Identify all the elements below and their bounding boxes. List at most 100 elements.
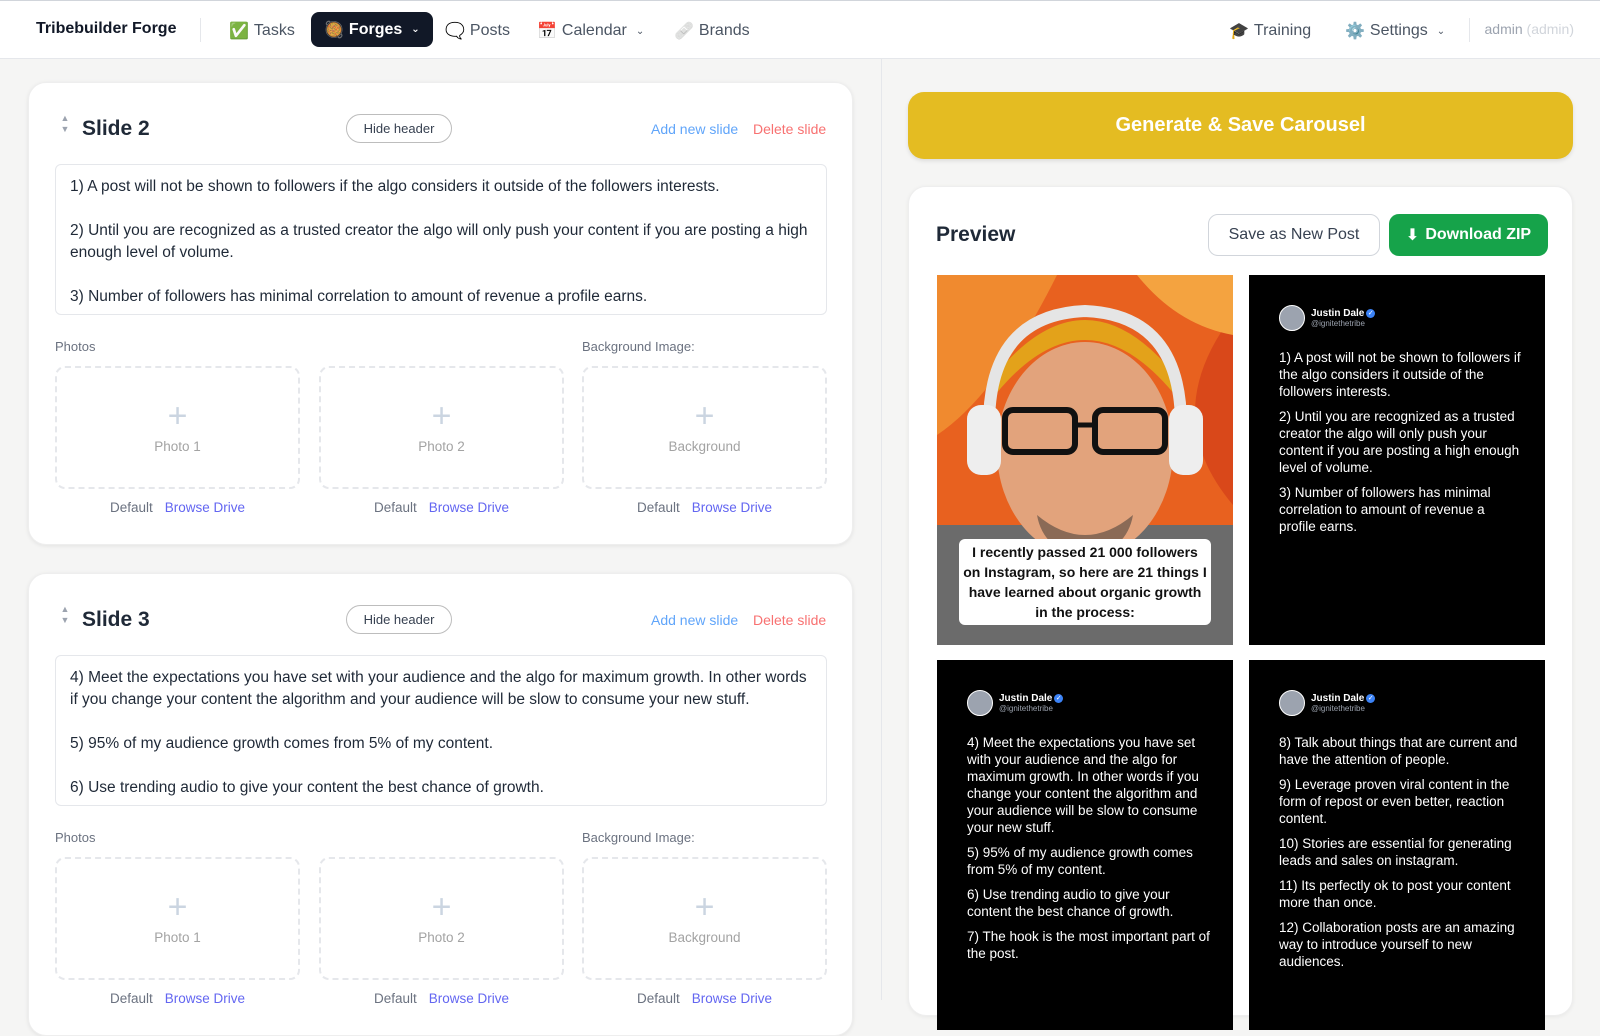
photo-1-links: Default Browse Drive: [55, 500, 300, 515]
slide-text-input[interactable]: 1) A post will not be shown to followers…: [55, 164, 827, 315]
verified-badge-icon: ✓: [1366, 308, 1376, 318]
plus-icon: +: [167, 397, 188, 435]
user-menu[interactable]: admin (admin): [1485, 21, 1575, 37]
nav-label: Posts: [469, 22, 510, 39]
generate-save-carousel-button[interactable]: Generate & Save Carousel: [908, 92, 1573, 159]
nav-label: Settings: [1369, 22, 1428, 39]
nav-label: Calendar: [561, 22, 627, 39]
author-handle: @ignitethetribe: [1311, 319, 1365, 328]
nav-item-posts[interactable]: 🗨️ Posts: [445, 17, 510, 45]
save-as-new-post-button[interactable]: Save as New Post: [1208, 214, 1380, 256]
photo-1-dropzone[interactable]: + Photo 1: [55, 857, 300, 980]
download-zip-button[interactable]: ⬇ Download ZIP: [1389, 214, 1548, 256]
slide-point: 9) Leverage proven viral content in the …: [1279, 777, 1510, 826]
author-handle: @ignitethetribe: [1311, 704, 1365, 713]
plus-icon: +: [431, 888, 452, 926]
arrow-down-icon[interactable]: ▼: [59, 615, 71, 626]
photo-2-dropzone[interactable]: + Photo 2: [319, 366, 564, 489]
nav-item-tasks[interactable]: ✅ Tasks: [229, 17, 295, 45]
brand-name[interactable]: Tribebuilder Forge: [36, 20, 176, 38]
author-name: Justin Dale ✓: [1311, 308, 1376, 319]
slide-point: 8) Talk about things that are current an…: [1279, 735, 1518, 767]
author-name: Justin Dale ✓: [1311, 693, 1376, 704]
arrow-up-icon[interactable]: ▲: [59, 113, 71, 124]
photo-1-dropzone[interactable]: + Photo 1: [55, 366, 300, 489]
browse-drive-link[interactable]: Browse Drive: [165, 500, 245, 515]
slide-title: Slide 2: [82, 117, 150, 140]
preview-slide-1[interactable]: I recently passed 21 000 followers on In…: [937, 275, 1233, 645]
verified-badge-icon: ✓: [1054, 693, 1064, 703]
photo-2-dropzone[interactable]: + Photo 2: [319, 857, 564, 980]
add-new-slide-link[interactable]: Add new slide: [651, 121, 738, 137]
slide-point: 12) Collaboration posts are an amazing w…: [1279, 920, 1515, 969]
default-link[interactable]: Default: [637, 991, 680, 1006]
username: admin: [1484, 21, 1523, 37]
plus-icon: +: [694, 888, 715, 926]
photo-2-links: Default Browse Drive: [319, 991, 564, 1006]
browse-drive-link[interactable]: Browse Drive: [429, 500, 509, 515]
browse-drive-link[interactable]: Browse Drive: [429, 991, 509, 1006]
reorder-arrows[interactable]: ▲ ▼: [59, 113, 71, 135]
bandage-icon: 🩹: [674, 23, 694, 40]
background-dropzone[interactable]: + Background: [582, 366, 827, 489]
chevron-down-icon: ⌄: [411, 24, 420, 35]
background-links: Default Browse Drive: [582, 500, 827, 515]
slide-body: 4) Meet the expectations you have set wi…: [967, 734, 1212, 970]
plus-icon: +: [694, 397, 715, 435]
dropzone-label: Background: [668, 439, 741, 454]
nav-item-brands[interactable]: 🩹 Brands: [674, 17, 750, 45]
dropzone-label: Photo 2: [418, 439, 465, 454]
nav-item-forges[interactable]: 🥘 Forges ⌄: [311, 12, 433, 47]
browse-drive-link[interactable]: Browse Drive: [692, 991, 772, 1006]
photos-label: Photos: [55, 830, 96, 845]
slide-point: 11) Its perfectly ok to post your conten…: [1279, 878, 1511, 910]
default-link[interactable]: Default: [374, 991, 417, 1006]
delete-slide-link[interactable]: Delete slide: [753, 121, 826, 137]
default-link[interactable]: Default: [110, 991, 153, 1006]
column-divider: [881, 59, 882, 1000]
arrow-up-icon[interactable]: ▲: [59, 604, 71, 615]
checkmark-icon: ✅: [229, 23, 249, 40]
top-nav: Tribebuilder Forge ✅ Tasks 🥘 Forges ⌄ 🗨️…: [0, 0, 1600, 59]
slide-point: 10) Stories are essential for generating…: [1279, 836, 1512, 868]
author-name-text: Justin Dale: [999, 693, 1053, 704]
background-dropzone[interactable]: + Background: [582, 857, 827, 980]
add-new-slide-link[interactable]: Add new slide: [651, 612, 738, 628]
delete-slide-link[interactable]: Delete slide: [753, 612, 826, 628]
nav-item-training[interactable]: 🎓 Training: [1229, 17, 1311, 45]
nav-item-settings[interactable]: ⚙️ Settings ⌄: [1345, 17, 1445, 45]
hide-header-button[interactable]: Hide header: [346, 605, 452, 634]
author-handle: @ignitethetribe: [999, 704, 1053, 713]
preview-slide-4[interactable]: Justin Dale ✓ @ignitethetribe 8) Talk abou…: [1249, 660, 1545, 1030]
preview-slide-2[interactable]: Justin Dale ✓ @ignitethetribe 1) A post wi…: [1249, 275, 1545, 645]
photo-1-links: Default Browse Drive: [55, 991, 300, 1006]
download-zip-label: Download ZIP: [1425, 226, 1532, 243]
plus-icon: +: [431, 397, 452, 435]
nav-item-calendar[interactable]: 📅 Calendar ⌄: [537, 17, 644, 45]
tweet-header: Justin Dale ✓ @ignitethetribe: [967, 690, 1064, 716]
nav-label: Training: [1253, 22, 1312, 39]
hide-header-button[interactable]: Hide header: [346, 114, 452, 143]
slide-body: 1) A post will not be shown to followers…: [1279, 349, 1524, 543]
preview-slide-3[interactable]: Justin Dale ✓ @ignitethetribe 4) Meet the …: [937, 660, 1233, 1030]
default-link[interactable]: Default: [110, 500, 153, 515]
graduation-cap-icon: 🎓: [1229, 23, 1249, 40]
chevron-down-icon: ⌄: [1436, 25, 1446, 37]
verified-badge-icon: ✓: [1366, 693, 1376, 703]
browse-drive-link[interactable]: Browse Drive: [692, 500, 772, 515]
slide-point: 2) Until you are recognized as a trusted…: [1279, 409, 1520, 475]
reorder-arrows[interactable]: ▲ ▼: [59, 604, 71, 626]
slide-text-input[interactable]: 4) Meet the expectations you have set wi…: [55, 655, 827, 806]
slide-body: 8) Talk about things that are current an…: [1279, 734, 1524, 978]
arrow-down-icon[interactable]: ▼: [59, 124, 71, 135]
user-role: (admin): [1526, 21, 1574, 37]
browse-drive-link[interactable]: Browse Drive: [165, 991, 245, 1006]
default-link[interactable]: Default: [374, 500, 417, 515]
author-name-text: Justin Dale: [1311, 693, 1365, 704]
slide-point: 4) Meet the expectations you have set wi…: [967, 735, 1199, 835]
slide-point: 1) A post will not be shown to followers…: [1279, 350, 1521, 399]
default-link[interactable]: Default: [637, 500, 680, 515]
preview-title: Preview: [936, 223, 1016, 246]
forge-icon: 🥘: [324, 21, 344, 39]
photos-label: Photos: [55, 339, 96, 354]
